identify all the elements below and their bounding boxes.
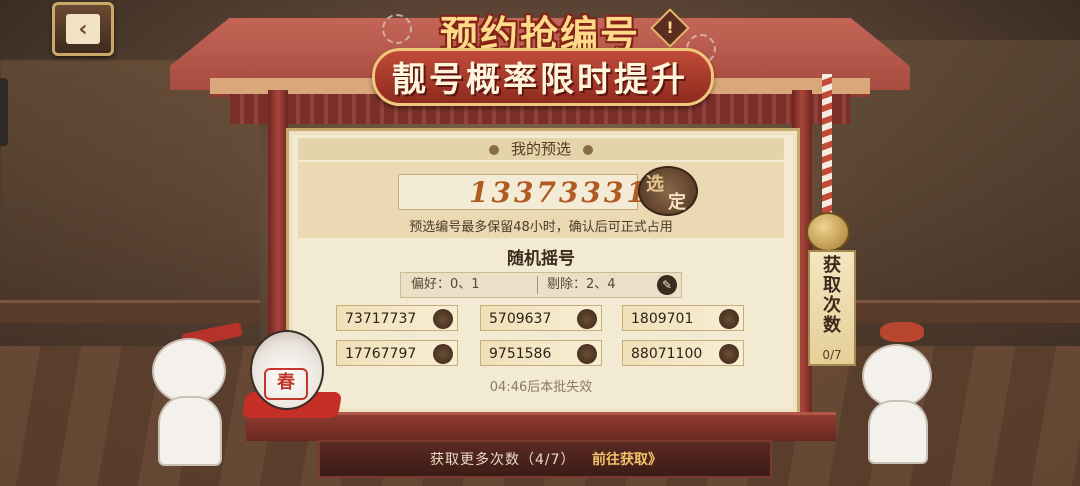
- ornament-icon: [488, 144, 499, 155]
- hair-bow: [880, 322, 924, 342]
- railing-right: [820, 300, 1080, 323]
- more-attempts-text: 获取更多次数（4/7）: [430, 452, 576, 468]
- filter-divider: [537, 276, 538, 294]
- random-number: 17767797: [345, 346, 417, 362]
- pick-number-icon[interactable]: [433, 344, 453, 364]
- attempts-label: 获取次数: [823, 255, 841, 336]
- random-number-card[interactable]: 88071100: [622, 340, 744, 366]
- preset-number: 13373331: [398, 174, 646, 210]
- side-drawer-handle[interactable]: [0, 78, 8, 146]
- mascot-right-head: [862, 344, 932, 408]
- exclude-filter: 剔除：2、4: [547, 277, 616, 292]
- pick-number-icon[interactable]: [433, 309, 453, 329]
- bell-rope: [822, 74, 832, 214]
- random-number: 73717737: [345, 311, 417, 327]
- attempts-counter-tag: 获取次数 0/7: [808, 250, 856, 366]
- pick-number-icon[interactable]: [719, 344, 739, 364]
- random-number-card[interactable]: 5709637: [480, 305, 602, 331]
- random-draw-title: 随机摇号: [507, 249, 575, 269]
- ornament-icon: [583, 144, 593, 155]
- back-button[interactable]: ‹: [52, 2, 114, 56]
- random-number: 5709637: [489, 311, 552, 327]
- go-get-button[interactable]: 前往获取》: [592, 449, 662, 469]
- select-label-2: 定: [668, 192, 686, 213]
- batch-expiry-timer: 04:46后本批失效: [489, 380, 593, 395]
- preset-section-header: 我的预选: [298, 138, 784, 160]
- chevron-left-icon: ‹: [66, 14, 100, 44]
- railing-left: [0, 300, 260, 323]
- daruma-seal-icon: 春: [264, 368, 308, 400]
- mascot-left-body: [158, 396, 222, 466]
- mascot-left-head: [152, 338, 226, 404]
- pick-number-icon[interactable]: [577, 344, 597, 364]
- event-subtitle: 靓号概率限时提升: [392, 60, 688, 100]
- attempts-count: 0/7: [822, 348, 842, 362]
- random-number-card[interactable]: 17767797: [336, 340, 458, 366]
- random-number-card[interactable]: 1809701: [622, 305, 744, 331]
- random-number: 9751586: [489, 346, 552, 362]
- select-label-1: 选: [646, 174, 664, 195]
- random-number: 1809701: [631, 311, 694, 327]
- preset-note: 预选编号最多保留48小时，确认后可正式占用: [409, 220, 673, 235]
- mascot-right-body: [868, 400, 928, 464]
- pick-number-icon[interactable]: [577, 309, 597, 329]
- pick-number-icon[interactable]: [719, 309, 739, 329]
- filter-bar: 偏好：0、1 剔除：2、4 ✎: [400, 272, 682, 298]
- pencil-icon[interactable]: ✎: [657, 275, 677, 295]
- confirm-select-button[interactable]: 选 定: [638, 166, 698, 216]
- random-number-card[interactable]: 9751586: [480, 340, 602, 366]
- random-number: 88071100: [631, 346, 703, 362]
- bell-icon: [806, 212, 850, 252]
- random-number-card[interactable]: 73717737: [336, 305, 458, 331]
- preference-filter: 偏好：0、1: [411, 277, 480, 292]
- preset-section-title: 我的预选: [510, 140, 571, 158]
